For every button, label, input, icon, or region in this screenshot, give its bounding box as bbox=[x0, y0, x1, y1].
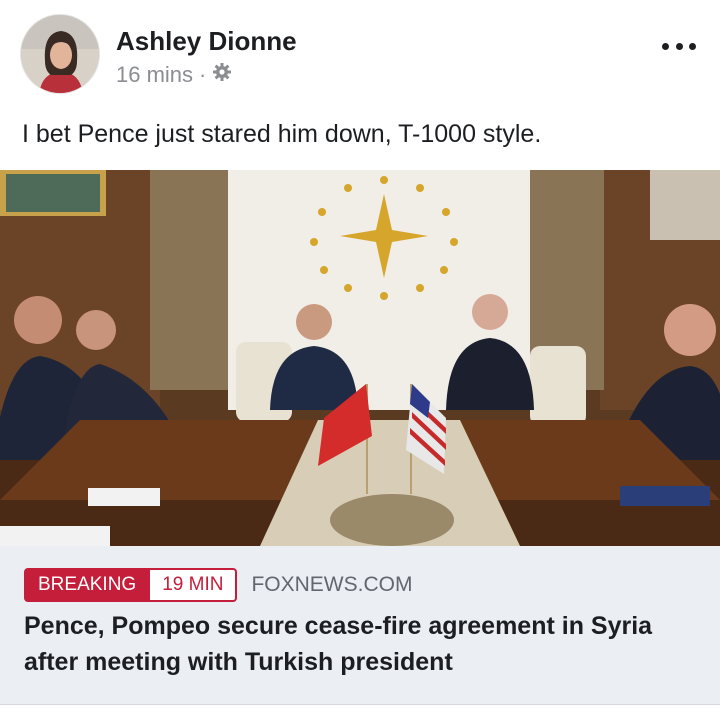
gear-icon bbox=[212, 62, 232, 88]
link-tags: BREAKING 19 MIN FOXNEWS.COM bbox=[24, 568, 412, 602]
post-time[interactable]: 16 mins bbox=[116, 62, 193, 88]
news-photo[interactable] bbox=[0, 170, 720, 546]
link-domain: FOXNEWS.COM bbox=[251, 573, 413, 596]
post-meta: 16 mins · bbox=[116, 62, 232, 88]
more-options-icon[interactable] bbox=[662, 36, 696, 56]
link-preview-card[interactable]: BREAKING 19 MIN FOXNEWS.COM Pence, Pompe… bbox=[0, 546, 720, 704]
breaking-badge: BREAKING bbox=[24, 568, 151, 602]
meta-separator: · bbox=[199, 62, 207, 87]
link-headline[interactable]: Pence, Pompeo secure cease-fire agreemen… bbox=[24, 608, 704, 680]
avatar[interactable] bbox=[20, 14, 100, 94]
post-text: I bet Pence just stared him down, T-1000… bbox=[22, 120, 542, 148]
time-badge: 19 MIN bbox=[150, 568, 238, 602]
post-header: Ashley Dionne 16 mins · bbox=[0, 0, 720, 110]
divider bbox=[0, 704, 720, 705]
author-name[interactable]: Ashley Dionne bbox=[116, 26, 297, 57]
